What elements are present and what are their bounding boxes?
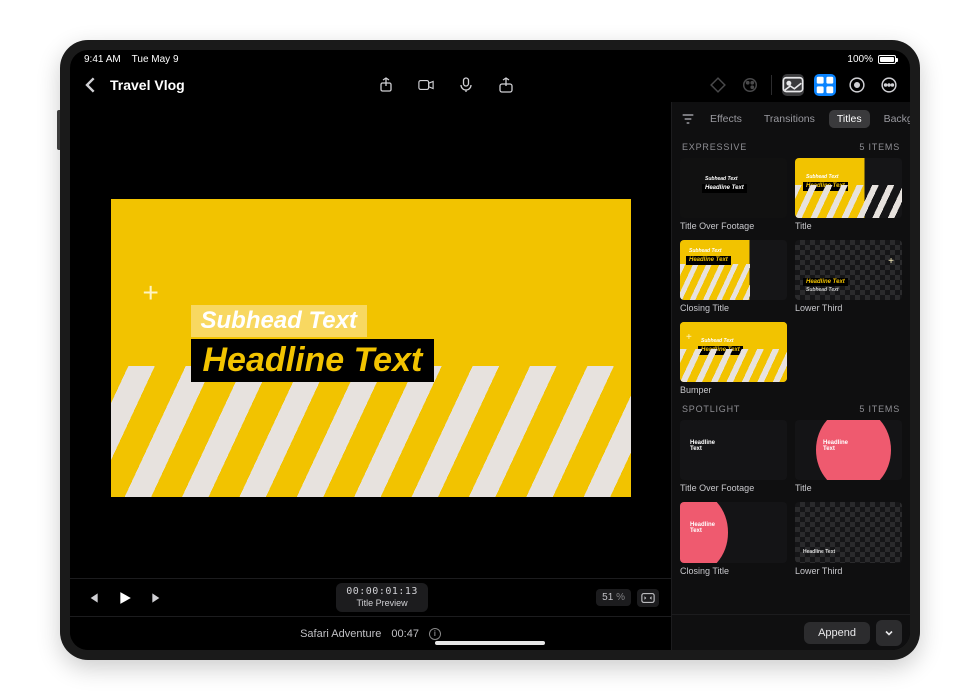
clip-duration: 00:47: [391, 628, 419, 640]
transport-bar: 00:00:01:13 Title Preview 51 %: [70, 578, 671, 616]
info-icon[interactable]: i: [429, 628, 441, 640]
browser-scroll[interactable]: EXPRESSIVE 5 Items Subhead Text Headline…: [672, 134, 910, 614]
title-item[interactable]: + Headline Text Subhead Text Lower Third: [795, 240, 902, 314]
record-voiceover-icon[interactable]: [455, 74, 477, 96]
clip-name[interactable]: Safari Adventure: [300, 628, 381, 640]
status-left: 9:41 AM Tue May 9: [84, 54, 179, 65]
item-label: Title Over Footage: [680, 222, 787, 232]
title-item[interactable]: Headline Text Lower Third: [795, 502, 902, 576]
nav-divider: [771, 75, 772, 95]
prev-frame-button[interactable]: [82, 587, 104, 609]
append-options-button[interactable]: [876, 620, 902, 646]
item-label: Closing Title: [680, 567, 787, 577]
title-item[interactable]: Subhead Text Headline Text Title: [795, 158, 902, 232]
viewer-column: + Subhead Text Headline Text: [70, 102, 672, 650]
timecode-display[interactable]: 00:00:01:13 Title Preview: [336, 583, 428, 612]
keyframe-icon[interactable]: [707, 74, 729, 96]
timecode-value: 00:00:01:13: [346, 586, 418, 598]
section-name: SPOTLIGHT: [682, 404, 740, 414]
filter-icon[interactable]: [680, 111, 696, 127]
timecode-label: Title Preview: [346, 598, 418, 609]
status-time: 9:41 AM: [84, 54, 121, 65]
title-item[interactable]: Subhead Text Headline Text Title Over Fo…: [680, 158, 787, 232]
content-browser-icon[interactable]: [814, 74, 836, 96]
item-label: Lower Third: [795, 567, 902, 577]
thumb-title: Subhead Text Headline Text: [795, 158, 902, 218]
subhead-text[interactable]: Subhead Text: [191, 305, 367, 337]
title-text-block[interactable]: Subhead Text Headline Text: [191, 305, 435, 382]
viewer[interactable]: + Subhead Text Headline Text: [70, 102, 671, 578]
section-count: 5 Items: [859, 142, 900, 152]
browser-tabs: Effects Transitions Titles Backgrounds: [672, 102, 910, 134]
section-count: 5 Items: [859, 404, 900, 414]
thumb-bumper: + Subhead Text Headline Text: [680, 322, 787, 382]
status-right: 100%: [842, 54, 896, 65]
inspector-icon[interactable]: [846, 74, 868, 96]
back-button[interactable]: [80, 74, 102, 96]
item-label: Title Over Footage: [680, 484, 787, 494]
thumb-spot-title-over-footage: HeadlineText: [680, 420, 787, 480]
share-icon[interactable]: [375, 74, 397, 96]
expressive-grid: Subhead Text Headline Text Title Over Fo…: [680, 158, 902, 396]
project-title[interactable]: Travel Vlog: [110, 77, 185, 93]
append-button[interactable]: Append: [804, 622, 870, 644]
section-header-spotlight: SPOTLIGHT 5 Items: [680, 396, 902, 420]
thumb-spot-title: HeadlineText: [795, 420, 902, 480]
title-item[interactable]: HeadlineText Title: [795, 420, 902, 494]
tab-effects[interactable]: Effects: [702, 110, 750, 128]
status-bar: 9:41 AM Tue May 9 100%: [70, 50, 910, 68]
thumb-spot-closing-title: HeadlineText: [680, 502, 787, 562]
spotlight-grid: HeadlineText Title Over Footage Headline…: [680, 420, 902, 576]
home-indicator[interactable]: [435, 641, 545, 645]
thumb-lower-third: + Headline Text Subhead Text: [795, 240, 902, 300]
battery-icon: [878, 55, 896, 64]
main-area: + Subhead Text Headline Text: [70, 102, 910, 650]
section-name: EXPRESSIVE: [682, 142, 747, 152]
storyline-bar: Safari Adventure 00:47 i: [70, 616, 671, 650]
append-bar: Append: [672, 614, 910, 650]
item-label: Title: [795, 484, 902, 494]
play-button[interactable]: [114, 587, 136, 609]
media-browser-icon[interactable]: [782, 74, 804, 96]
item-label: Bumper: [680, 386, 787, 396]
more-icon[interactable]: [878, 74, 900, 96]
battery-percent: 100%: [847, 54, 873, 65]
fit-to-viewer-button[interactable]: [637, 589, 659, 607]
export-icon[interactable]: [495, 74, 517, 96]
item-label: Title: [795, 222, 902, 232]
tab-titles[interactable]: Titles: [829, 110, 870, 128]
camera-icon[interactable]: [415, 74, 437, 96]
zoom-value[interactable]: 51 %: [596, 589, 631, 606]
content-browser-sidebar: Effects Transitions Titles Backgrounds E…: [672, 102, 910, 650]
tab-backgrounds[interactable]: Backgrounds: [876, 110, 910, 128]
status-date: Tue May 9: [132, 54, 179, 65]
thumb-spot-lower-third: Headline Text: [795, 502, 902, 562]
decoration-plus-icon: +: [143, 277, 159, 309]
title-preview-canvas[interactable]: + Subhead Text Headline Text: [111, 199, 631, 497]
next-frame-button[interactable]: [146, 587, 168, 609]
item-label: Lower Third: [795, 304, 902, 314]
title-item[interactable]: HeadlineText Title Over Footage: [680, 420, 787, 494]
navbar: Travel Vlog: [70, 68, 910, 102]
section-header-expressive: EXPRESSIVE 5 Items: [680, 134, 902, 158]
thumb-closing-title: Subhead Text Headline Text: [680, 240, 787, 300]
color-icon[interactable]: [739, 74, 761, 96]
tab-transitions[interactable]: Transitions: [756, 110, 823, 128]
title-item[interactable]: HeadlineText Closing Title: [680, 502, 787, 576]
item-label: Closing Title: [680, 304, 787, 314]
ipad-device-frame: 9:41 AM Tue May 9 100%: [60, 40, 920, 660]
decoration-stripes: [111, 366, 631, 497]
app-screen: 9:41 AM Tue May 9 100%: [70, 50, 910, 650]
thumb-title-over-footage: Subhead Text Headline Text: [680, 158, 787, 218]
title-item[interactable]: Subhead Text Headline Text Closing Title: [680, 240, 787, 314]
title-item[interactable]: + Subhead Text Headline Text Bumper: [680, 322, 787, 396]
headline-text[interactable]: Headline Text: [191, 339, 435, 382]
